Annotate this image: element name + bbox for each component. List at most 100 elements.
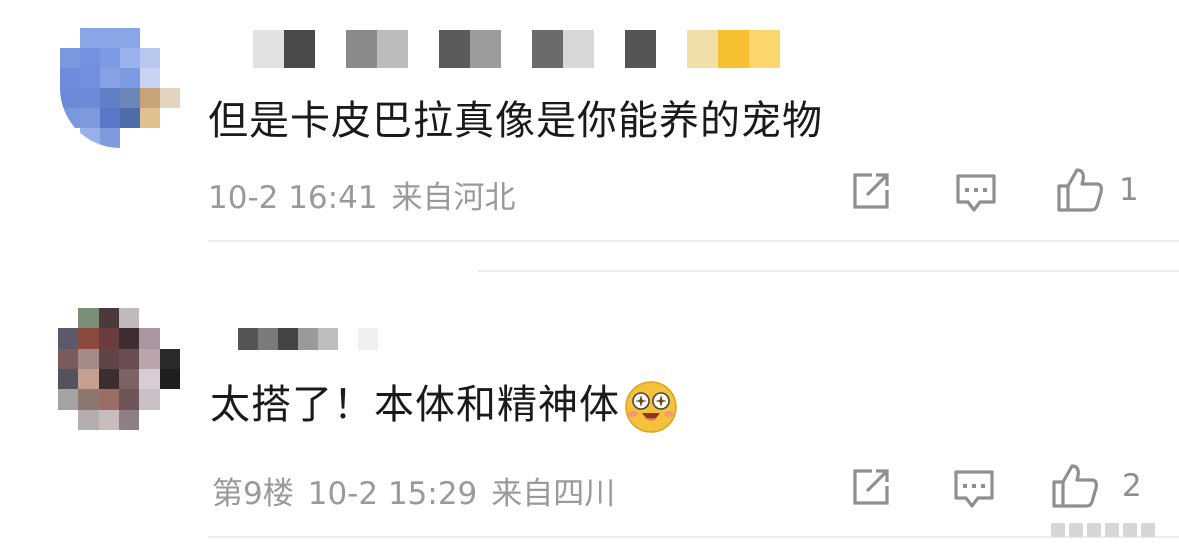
avatar-pixel <box>120 48 140 68</box>
comment-meta: 第9楼 10-2 15:29 来自四川 <box>212 468 629 513</box>
avatar-pixel <box>159 389 180 410</box>
username-block <box>258 328 278 350</box>
avatar-pixel <box>119 348 140 369</box>
thumbs-up-icon <box>1057 168 1103 212</box>
avatar-pixel <box>140 48 160 68</box>
avatar-pixel <box>119 369 140 390</box>
avatar-pixel <box>100 68 120 88</box>
like-count: 1 <box>1119 172 1139 208</box>
username-block <box>253 30 284 68</box>
avatar-pixel <box>60 48 80 68</box>
avatar-pixel <box>80 28 100 48</box>
avatar-pixel <box>98 369 119 390</box>
username-block <box>358 328 378 350</box>
avatar-pixel <box>58 328 79 349</box>
username-block <box>501 30 532 68</box>
comment-item-1: 但是卡皮巴拉真像是你能养的宠物 10-2 16:41 来自河北 1 <box>0 0 1179 272</box>
avatar-pixel <box>120 128 140 148</box>
avatar-pixel <box>98 348 119 369</box>
avatar-pixel <box>78 308 99 329</box>
username-block <box>278 328 298 350</box>
avatar-pixel <box>139 369 160 390</box>
avatar-pixel <box>120 88 140 108</box>
comment-text-content: 太搭了！本体和精神体 <box>210 382 620 428</box>
weibo-watermark-icon <box>1051 519 1171 545</box>
avatar-pixel <box>159 328 180 349</box>
username-block <box>298 328 318 350</box>
avatar-pixel <box>58 389 79 410</box>
username-block <box>315 30 346 68</box>
avatar-pixel <box>120 108 140 128</box>
username-block <box>218 328 238 350</box>
avatar-pixel <box>160 88 180 108</box>
username-block <box>222 30 253 68</box>
avatar[interactable] <box>60 28 180 148</box>
username-mosaic[interactable] <box>218 328 378 350</box>
avatar-pixel <box>140 68 160 88</box>
avatar-pixel <box>139 308 160 329</box>
share-button[interactable] <box>850 170 892 212</box>
avatar-pixel <box>78 328 99 349</box>
avatar-pixel <box>100 88 120 108</box>
username-block <box>470 30 501 68</box>
avatar-pixel <box>159 409 180 430</box>
avatar-pixel <box>78 348 99 369</box>
avatar-pixel <box>78 389 99 410</box>
avatar-pixel <box>58 308 79 329</box>
share-button[interactable] <box>850 466 892 508</box>
avatar[interactable] <box>58 308 180 430</box>
username-block <box>594 30 625 68</box>
avatar-pixel <box>100 128 120 148</box>
avatar-pixel <box>140 28 160 48</box>
like-button[interactable]: 1 <box>1055 166 1139 214</box>
divider <box>208 536 1179 538</box>
avatar-pixel <box>139 409 160 430</box>
thumbs-up-icon <box>1052 464 1098 508</box>
avatar-pixel <box>98 409 119 430</box>
avatar-pixel <box>98 328 119 349</box>
share-icon <box>853 469 889 505</box>
avatar-pixel <box>140 88 160 108</box>
reply-button[interactable] <box>954 170 998 214</box>
avatar-pixel <box>60 28 80 48</box>
avatar-pixel <box>140 128 160 148</box>
username-block <box>687 30 718 68</box>
like-count: 2 <box>1122 468 1142 504</box>
comment-date: 10-2 15:29 <box>307 476 478 512</box>
comment-date: 10-2 16:41 <box>208 180 378 216</box>
avatar-pixel <box>159 369 180 390</box>
reply-button[interactable] <box>952 466 996 510</box>
avatar-pixel <box>98 389 119 410</box>
avatar-pixel <box>160 68 180 88</box>
comment-meta: 10-2 16:41 来自河北 <box>208 172 530 217</box>
avatar-pixel <box>139 389 160 410</box>
username-block <box>346 30 377 68</box>
avatar-pixel <box>100 48 120 68</box>
avatar-pixel <box>80 48 100 68</box>
avatar-pixel <box>159 308 180 329</box>
username-block <box>318 328 338 350</box>
username-block <box>439 30 470 68</box>
avatar-pixel <box>100 108 120 128</box>
username-block <box>532 30 563 68</box>
comment-icon <box>956 174 996 212</box>
avatar-pixel <box>80 88 100 108</box>
avatar-pixel <box>60 88 80 108</box>
avatar-pixel <box>58 409 79 430</box>
divider <box>208 240 1179 242</box>
avatar-pixel <box>60 128 80 148</box>
comment-location: 来自河北 <box>391 180 516 216</box>
avatar-pixel <box>80 128 100 148</box>
comment-text: 太搭了！本体和精神体 <box>210 372 678 434</box>
avatar-pixel <box>80 108 100 128</box>
avatar-pixel <box>159 348 180 369</box>
avatar-pixel <box>78 409 99 430</box>
avatar-pixel <box>119 409 140 430</box>
avatar-pixel <box>119 389 140 410</box>
avatar-pixel <box>60 108 80 128</box>
avatar-pixel <box>160 128 180 148</box>
like-button[interactable]: 2 <box>1050 462 1142 510</box>
comment-item-2: 太搭了！本体和精神体 第9楼 10-2 15:29 来自四川 2 <box>0 272 1179 559</box>
username-mosaic[interactable] <box>222 30 780 68</box>
username-block <box>625 30 656 68</box>
